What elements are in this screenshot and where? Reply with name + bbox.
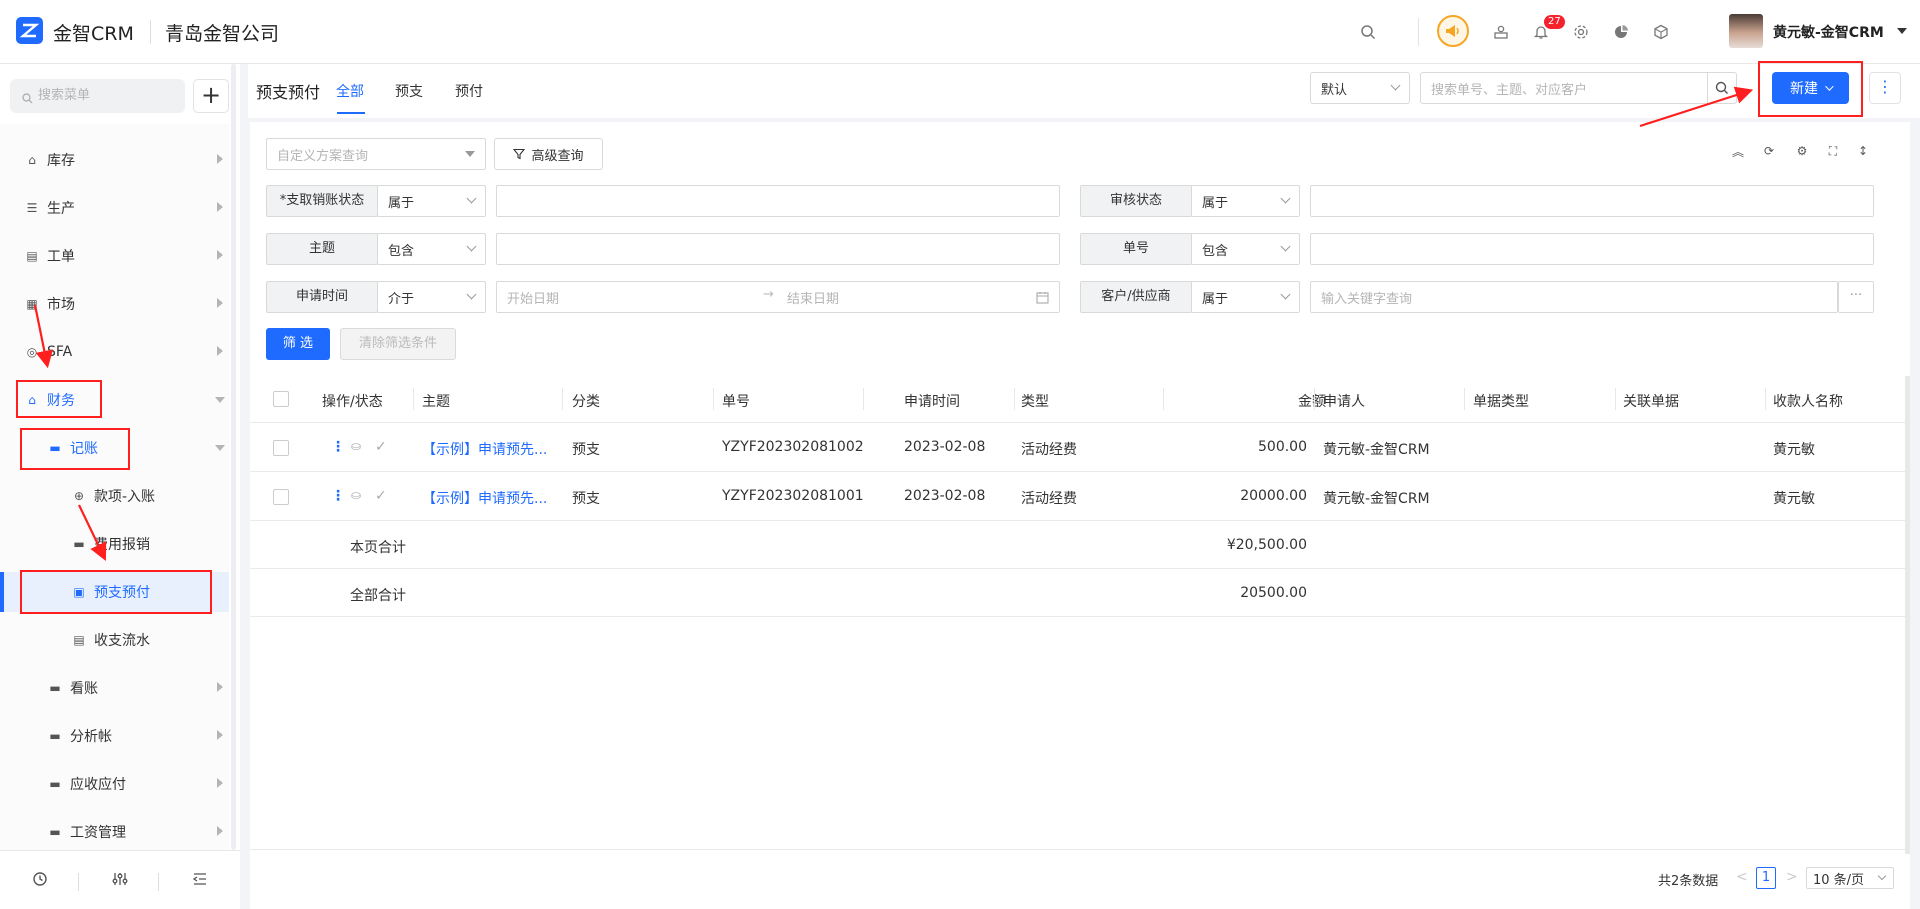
annotation-arrow	[78, 504, 107, 561]
annotation-arrows	[33, 86, 1754, 561]
annotation-arrow	[33, 304, 53, 369]
annotation-arrow	[1639, 86, 1754, 128]
